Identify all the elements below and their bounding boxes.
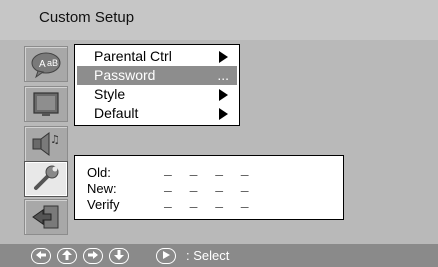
submenu-arrow-icon xyxy=(219,89,228,101)
audio-speaker-icon[interactable]: ♫ xyxy=(24,126,68,162)
menu-item-parental-ctrl[interactable]: Parental Ctrl xyxy=(77,47,237,66)
svg-text:A: A xyxy=(39,59,46,70)
header-bar: Custom Setup xyxy=(0,0,438,37)
screen-display-icon[interactable] xyxy=(24,86,68,122)
verify-password-label: Verify xyxy=(87,197,120,212)
submenu-arrow-icon xyxy=(219,51,228,63)
custom-setup-screen: Custom Setup A aB ♫ Parental Ctrl Passwo… xyxy=(0,0,438,267)
wrench-tools-icon[interactable] xyxy=(24,161,68,197)
svg-text:aB: aB xyxy=(47,58,58,68)
right-arrow-icon xyxy=(83,248,103,264)
exit-return-icon[interactable] xyxy=(24,199,68,235)
menu-item-label: Password xyxy=(94,67,156,83)
left-arrow-icon xyxy=(31,248,51,264)
old-password-label: Old: xyxy=(87,165,111,180)
new-password-label: New: xyxy=(87,181,117,196)
verify-password-row: Verify _ _ _ _ xyxy=(87,195,327,213)
menu-item-default[interactable]: Default xyxy=(77,104,237,123)
play-icon xyxy=(156,248,176,264)
verify-password-input[interactable]: _ _ _ _ xyxy=(164,195,254,210)
menu-item-label: Style xyxy=(94,86,126,102)
menu-item-label: Default xyxy=(94,105,139,121)
svg-text:♫: ♫ xyxy=(50,133,60,146)
header-divider xyxy=(0,36,438,40)
password-panel: Old: _ _ _ _ New: _ _ _ _ Verify _ _ _ _ xyxy=(74,155,344,220)
footer-hint-text: : Select xyxy=(186,248,230,263)
settings-menu: Parental Ctrl Password ... Style Default xyxy=(74,44,240,126)
down-arrow-icon xyxy=(109,248,129,264)
footer-hint-bar: : Select xyxy=(0,244,438,267)
up-arrow-icon xyxy=(57,248,77,264)
submenu-arrow-icon xyxy=(219,108,228,120)
new-password-input[interactable]: _ _ _ _ xyxy=(164,179,254,194)
menu-item-style[interactable]: Style xyxy=(77,85,237,104)
language-speech-icon[interactable]: A aB xyxy=(24,46,68,82)
page-title: Custom Setup xyxy=(39,9,135,26)
old-password-input[interactable]: _ _ _ _ xyxy=(164,163,254,178)
menu-item-ellipsis: ... xyxy=(217,67,229,83)
menu-item-password[interactable]: Password ... xyxy=(77,66,237,85)
menu-item-label: Parental Ctrl xyxy=(94,48,172,64)
